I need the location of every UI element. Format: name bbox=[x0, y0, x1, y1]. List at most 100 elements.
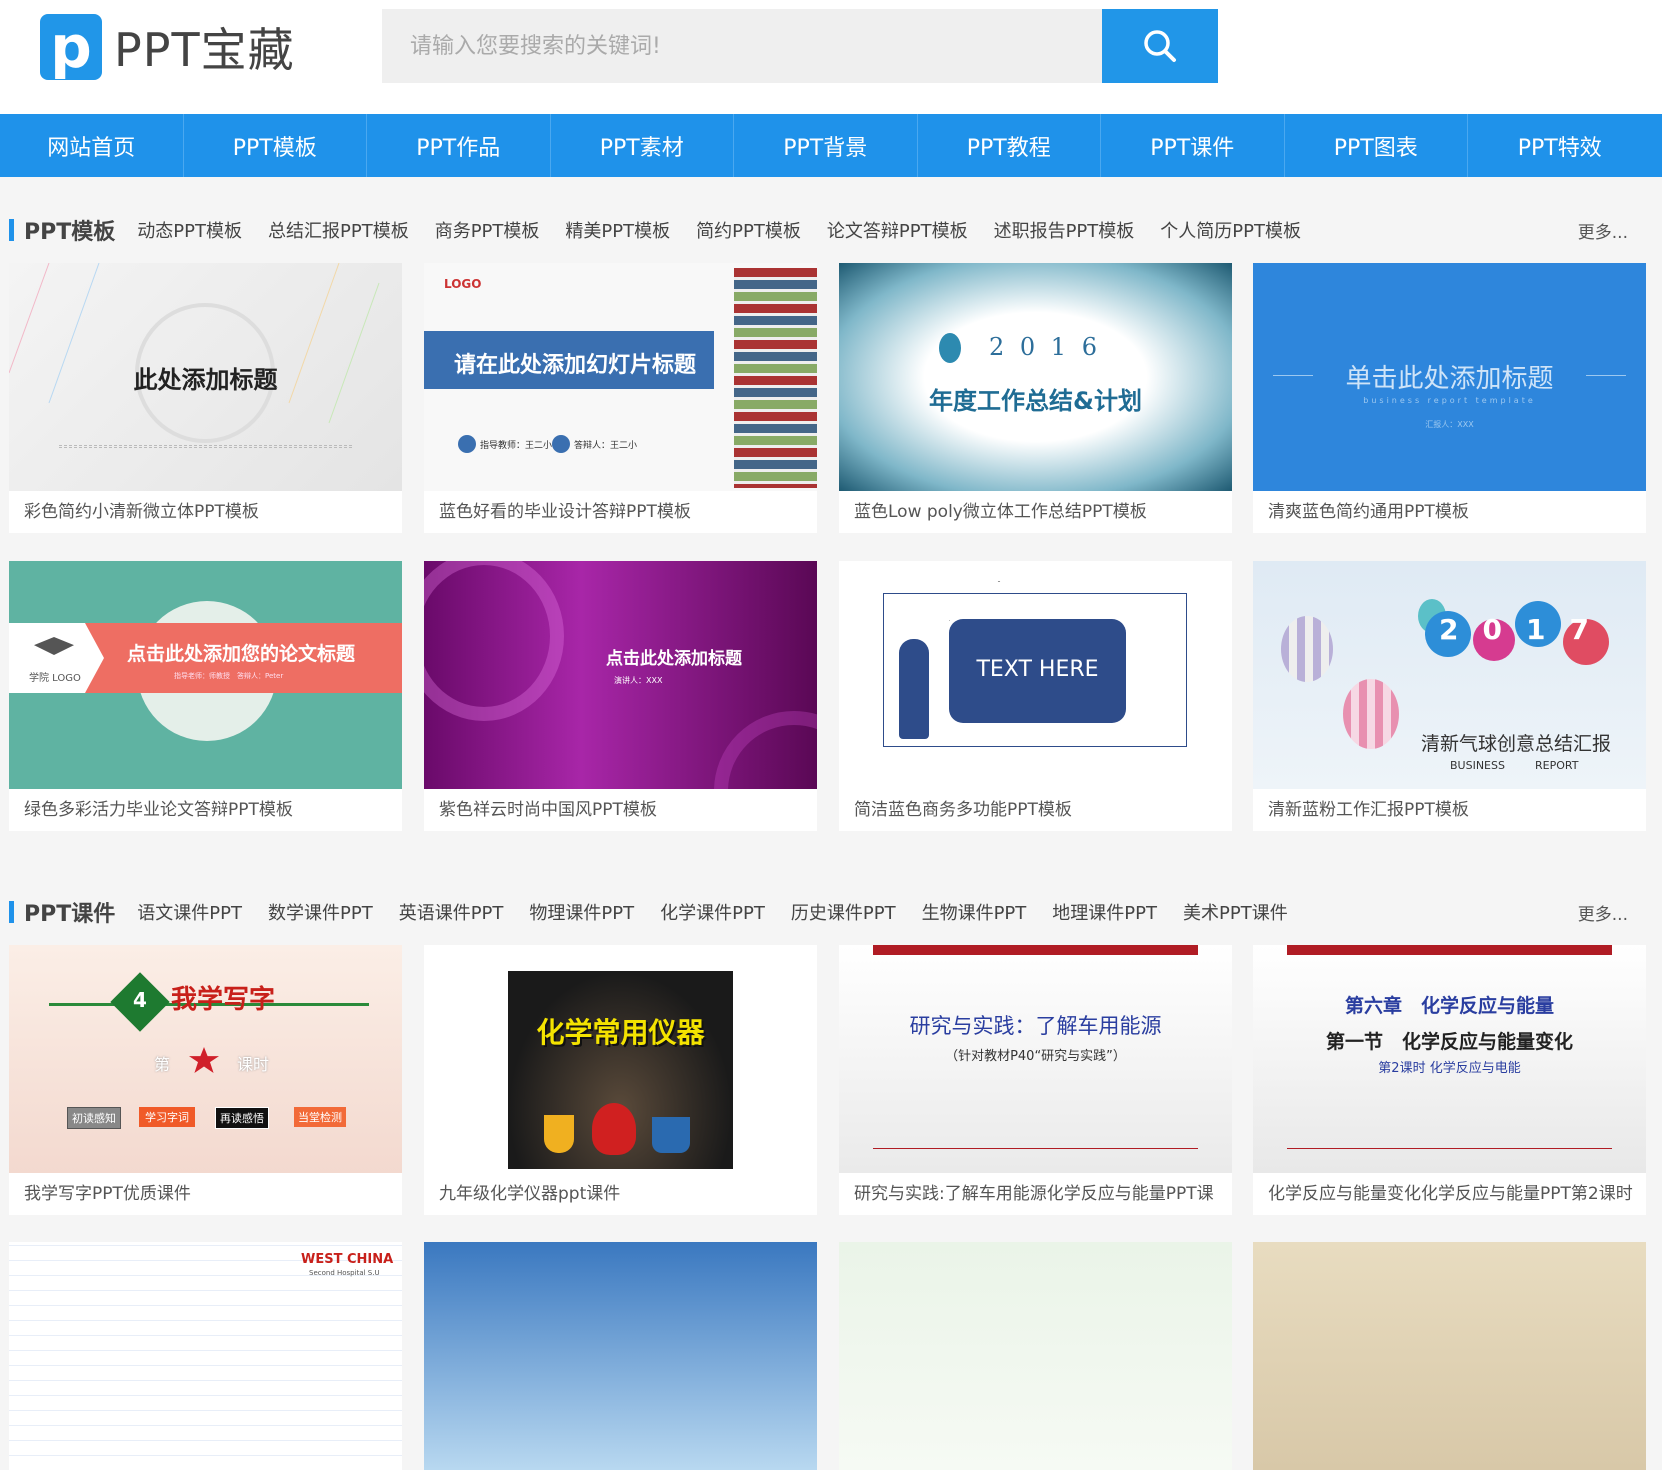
category-link[interactable]: 历史课件PPT bbox=[791, 899, 896, 925]
thumb-year: 2 0 1 6 bbox=[989, 333, 1101, 361]
category-link[interactable]: 简约PPT模板 bbox=[696, 217, 801, 243]
thumb-sub: REPORT bbox=[1535, 759, 1579, 772]
template-card[interactable]: 此处添加标题 彩色简约小清新微立体PPT模板 bbox=[9, 263, 402, 533]
section-title[interactable]: PPT模板 bbox=[24, 214, 115, 246]
category-link[interactable]: 个人简历PPT模板 bbox=[1160, 217, 1301, 243]
nav-item-home[interactable]: 网站首页 bbox=[0, 114, 184, 177]
card-thumbnail: TEXT HERE bbox=[839, 561, 1232, 789]
search-icon bbox=[1144, 30, 1176, 62]
courseware-card[interactable] bbox=[1253, 1242, 1646, 1470]
thumb-title: WEST CHINA bbox=[301, 1252, 394, 1267]
nav-item-ppt-templates[interactable]: PPT模板 bbox=[184, 114, 367, 177]
thumb-sub: 第 bbox=[154, 1055, 171, 1074]
thumb-sub: 第一节 化学反应与能量变化 bbox=[1325, 1031, 1573, 1053]
category-link[interactable]: 总结汇报PPT模板 bbox=[268, 217, 409, 243]
category-link[interactable]: 物理课件PPT bbox=[529, 899, 634, 925]
thumb-sub: 第2课时 化学反应与电能 bbox=[1378, 1061, 1521, 1076]
nav-item-ppt-courseware[interactable]: PPT课件 bbox=[1101, 114, 1285, 177]
card-title[interactable]: 蓝色Low poly微立体工作总结PPT模板 bbox=[839, 491, 1232, 533]
nav-item-ppt-backgrounds[interactable]: PPT背景 bbox=[734, 114, 918, 177]
thumb-sub: 汇报人：XXX bbox=[1425, 420, 1474, 429]
thumb-step: 当堂检测 bbox=[294, 1107, 346, 1127]
template-card[interactable]: 学院 LOGO 点击此处添加您的论文标题 指导老师：师教授 答辩人：Peter … bbox=[9, 561, 402, 831]
card-title[interactable]: 化学反应与能量变化化学反应与能量PPT第2课时 bbox=[1253, 1173, 1646, 1215]
category-link[interactable]: 精美PPT模板 bbox=[565, 217, 670, 243]
search-bar bbox=[382, 9, 1218, 83]
more-link[interactable]: 更多... bbox=[1578, 900, 1628, 925]
thumb-title: 清新气球创意总结汇报 bbox=[1421, 733, 1612, 755]
card-thumbnail: 此处添加标题 bbox=[9, 263, 402, 491]
card-title[interactable]: 简洁蓝色商务多功能PPT模板 bbox=[839, 789, 1232, 831]
nav-item-ppt-materials[interactable]: PPT素材 bbox=[551, 114, 734, 177]
card-thumbnail: 单击此处添加标题 business report template 汇报人：XX… bbox=[1253, 263, 1646, 491]
logo-icon: p bbox=[40, 14, 102, 80]
card-title[interactable]: 我学写字PPT优质课件 bbox=[9, 1173, 402, 1215]
card-title[interactable]: 紫色祥云时尚中国风PPT模板 bbox=[424, 789, 817, 831]
courseware-card[interactable]: 化学常用仪器 九年级化学仪器ppt课件 bbox=[424, 945, 817, 1215]
category-link[interactable]: 述职报告PPT模板 bbox=[994, 217, 1135, 243]
section-title[interactable]: PPT课件 bbox=[24, 896, 115, 928]
section-category-links: 语文课件PPT 数学课件PPT 英语课件PPT 物理课件PPT 化学课件PPT … bbox=[137, 899, 1313, 925]
card-thumbnail: 2 0 1 6 年度工作总结&计划 bbox=[839, 263, 1232, 491]
thumb-sub: 指导教师：王二小 bbox=[480, 441, 553, 451]
thumb-logo: 学院 LOGO bbox=[29, 673, 81, 684]
search-input[interactable] bbox=[382, 9, 1102, 83]
card-title[interactable]: 清新蓝粉工作汇报PPT模板 bbox=[1253, 789, 1646, 831]
courseware-card[interactable]: 4 我学写字 第 课时 初读感知 学习字词 再读感悟 当堂检测 我学写字PPT优… bbox=[9, 945, 402, 1215]
nav-item-ppt-works[interactable]: PPT作品 bbox=[367, 114, 551, 177]
card-title[interactable]: 研究与实践:了解车用能源化学反应与能量PPT课 bbox=[839, 1173, 1232, 1215]
category-link[interactable]: 数学课件PPT bbox=[268, 899, 373, 925]
courseware-card[interactable]: WEST CHINA Second Hospital S.U bbox=[9, 1242, 402, 1470]
card-title[interactable]: 彩色简约小清新微立体PPT模板 bbox=[9, 491, 402, 533]
nav-item-ppt-effects[interactable]: PPT特效 bbox=[1468, 114, 1652, 177]
courseware-card[interactable]: 研究与实践：了解车用能源 （针对教材P40“研究与实践”） 研究与实践:了解车用… bbox=[839, 945, 1232, 1215]
courseware-card[interactable]: 第六章 化学反应与能量 第一节 化学反应与能量变化 第2课时 化学反应与电能 化… bbox=[1253, 945, 1646, 1215]
category-link[interactable]: 生物课件PPT bbox=[922, 899, 1027, 925]
site-logo[interactable]: p PPT宝藏 bbox=[40, 14, 295, 80]
card-thumbnail: 研究与实践：了解车用能源 （针对教材P40“研究与实践”） bbox=[839, 945, 1232, 1173]
thumb-title: 点击此处添加标题 bbox=[606, 649, 742, 669]
card-title[interactable]: 蓝色好看的毕业设计答辩PPT模板 bbox=[424, 491, 817, 533]
site-header: p PPT宝藏 bbox=[0, 0, 1662, 114]
search-button[interactable] bbox=[1102, 9, 1218, 83]
thumb-title: 第六章 化学反应与能量 bbox=[1344, 995, 1554, 1017]
thumb-sub: 答辩人：王二小 bbox=[574, 441, 638, 451]
category-link[interactable]: 动态PPT模板 bbox=[137, 217, 242, 243]
card-title[interactable]: 九年级化学仪器ppt课件 bbox=[424, 1173, 817, 1215]
section-category-links: 动态PPT模板 总结汇报PPT模板 商务PPT模板 精美PPT模板 简约PPT模… bbox=[137, 217, 1327, 243]
card-thumbnail: 学院 LOGO 点击此处添加您的论文标题 指导老师：师教授 答辩人：Peter bbox=[9, 561, 402, 789]
category-link[interactable]: 化学课件PPT bbox=[660, 899, 765, 925]
courseware-card[interactable] bbox=[424, 1242, 817, 1470]
thumb-sub: 演讲人：XXX bbox=[614, 676, 663, 685]
courseware-card[interactable] bbox=[839, 1242, 1232, 1470]
nav-item-ppt-charts[interactable]: PPT图表 bbox=[1285, 114, 1468, 177]
category-link[interactable]: 英语课件PPT bbox=[399, 899, 504, 925]
template-card[interactable]: 2017 清新气球创意总结汇报 BUSINESS REPORT 清新蓝粉工作汇报… bbox=[1253, 561, 1646, 831]
more-link[interactable]: 更多... bbox=[1578, 218, 1628, 243]
thumb-step: 学习字词 bbox=[139, 1107, 195, 1127]
template-card[interactable]: TEXT HERE 简洁蓝色商务多功能PPT模板 bbox=[839, 561, 1232, 831]
thumb-step: 再读感悟 bbox=[215, 1107, 269, 1129]
card-title[interactable]: 绿色多彩活力毕业论文答辩PPT模板 bbox=[9, 789, 402, 831]
category-link[interactable]: 论文答辩PPT模板 bbox=[827, 217, 968, 243]
card-title[interactable]: 清爽蓝色简约通用PPT模板 bbox=[1253, 491, 1646, 533]
card-thumbnail: 4 我学写字 第 课时 初读感知 学习字词 再读感悟 当堂检测 bbox=[9, 945, 402, 1173]
card-thumbnail: WEST CHINA Second Hospital S.U bbox=[9, 1242, 402, 1470]
template-card[interactable]: 单击此处添加标题 business report template 汇报人：XX… bbox=[1253, 263, 1646, 533]
template-card[interactable]: 2 0 1 6 年度工作总结&计划 蓝色Low poly微立体工作总结PPT模板 bbox=[839, 263, 1232, 533]
card-thumbnail: 第六章 化学反应与能量 第一节 化学反应与能量变化 第2课时 化学反应与电能 bbox=[1253, 945, 1646, 1173]
category-link[interactable]: 美术PPT课件 bbox=[1183, 899, 1288, 925]
card-thumbnail: 点击此处添加标题 演讲人：XXX bbox=[424, 561, 817, 789]
template-card[interactable]: 点击此处添加标题 演讲人：XXX 紫色祥云时尚中国风PPT模板 bbox=[424, 561, 817, 831]
thumb-sub: （针对教材P40“研究与实践”） bbox=[945, 1049, 1126, 1064]
template-card[interactable]: LOGO 请在此处添加幻灯片标题 指导教师：王二小 答辩人：王二小 蓝色好看的毕… bbox=[424, 263, 817, 533]
category-link[interactable]: 地理课件PPT bbox=[1052, 899, 1157, 925]
thumb-sub: 课时 bbox=[237, 1055, 270, 1074]
thumb-number: 4 bbox=[133, 988, 147, 1012]
category-link[interactable]: 商务PPT模板 bbox=[435, 217, 540, 243]
category-link[interactable]: 语文课件PPT bbox=[137, 899, 242, 925]
thumb-logo: LOGO bbox=[444, 277, 482, 291]
card-thumbnail bbox=[839, 1242, 1232, 1470]
card-thumbnail bbox=[1253, 1242, 1646, 1470]
nav-item-ppt-tutorials[interactable]: PPT教程 bbox=[918, 114, 1101, 177]
